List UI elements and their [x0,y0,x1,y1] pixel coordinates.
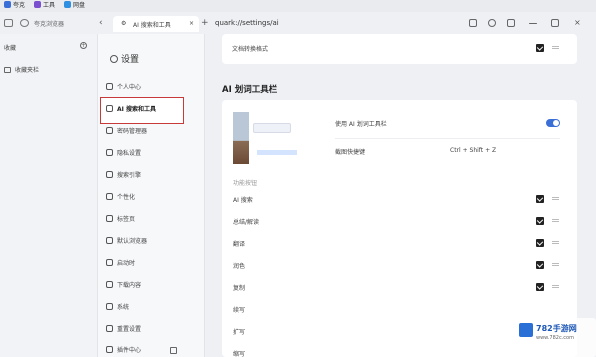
account-icon[interactable] [488,19,496,27]
drag-handle-icon[interactable] [552,219,559,222]
tool-checkbox-polish[interactable] [536,261,544,269]
tool-label-summarize: 总结/解读 [233,219,260,226]
settings-title: 设置 [110,52,139,65]
sidebar-item-default-browser[interactable]: 默认浏览器 [106,236,198,248]
tool-checkbox-summarize[interactable] [536,217,544,225]
sidebar-item-passwords[interactable]: 密码管理器 [106,126,198,138]
system-icon [106,303,113,310]
watermark-title: 782手游网 [536,324,577,333]
back-button[interactable]: ‹ [99,17,103,29]
close-window-icon[interactable]: × [574,17,581,29]
ai-icon [106,105,113,112]
tools-header: 功能按钮 [233,180,258,187]
drag-handle-icon[interactable] [552,241,559,244]
sidebar-item-tabs[interactable]: 标签页 [106,214,198,226]
tool-label-polish: 润色 [233,263,246,270]
section-title-ai-toolbar: AI 划词工具栏 [222,85,278,95]
new-tab-button[interactable]: + [201,17,209,29]
close-tab-icon[interactable]: × [189,20,194,27]
sidebar-item-downloads[interactable]: 下载内容 [106,280,198,292]
sidebar-item-system[interactable]: 系统 [106,302,198,314]
tool-checkbox-ai-search[interactable] [536,195,544,203]
shortcut-field[interactable]: Ctrl + Shift + Z [450,147,496,154]
maximize-icon[interactable] [551,19,559,27]
bookmark-tools[interactable]: 工具 [34,1,55,11]
sidebar-item-personalize[interactable]: 个性化 [106,192,198,204]
menu-icon[interactable] [507,19,515,27]
doc-convert-label: 文档转换格式 [232,46,269,53]
tool-label-copy: 复制 [233,285,246,292]
preview-selection [257,150,297,155]
bookmarks-panel: 收藏 收藏夹栏 [0,34,97,357]
drag-handle-icon[interactable] [552,285,559,288]
external-link-icon[interactable] [170,347,177,354]
drag-handle-icon[interactable] [552,46,559,49]
settings-tab[interactable]: ⚙ AI 搜索和工具 × [113,16,199,32]
sidebar-item-ai-tools[interactable]: AI 搜索和工具 [106,104,198,116]
folder-icon [4,67,11,73]
top-bar: 夸克 工具 网盘 [0,0,596,12]
tab-address-bar: 夸克浏览器 ‹ ⚙ AI 搜索和工具 × + quark://settings/… [0,12,596,34]
site-watermark: 782手游网 www.782c.com [514,318,596,357]
puzzle-icon [106,346,113,353]
extension-icon[interactable] [469,19,477,27]
favorites-header: 收藏 [4,45,17,52]
settings-tab-label: AI 搜索和工具 [133,22,171,29]
tool-label-expand: 扩写 [233,329,246,336]
quark-logo-icon [4,1,11,8]
sidebar-item-privacy[interactable]: 隐私设置 [106,148,198,160]
enable-toolbar-label: 使用 AI 划词工具栏 [335,121,387,128]
tool-checkbox-copy[interactable] [536,283,544,291]
tabs-icon [106,215,113,222]
enable-toolbar-toggle[interactable] [546,119,560,127]
lock-icon [106,149,113,156]
watermark-logo-icon [519,323,533,337]
settings-content: 文档转换格式 AI 划词工具栏 使用 AI 划词工具栏 截图快捷键 Ctrl +… [205,34,596,357]
tool-label-ai-search: AI 搜索 [233,197,253,204]
reset-icon [106,325,113,332]
palette-icon [106,193,113,200]
doc-convert-card: 文档转换格式 [222,34,577,64]
address-bar[interactable]: quark://settings/ai [215,19,279,27]
tool-label-translate: 翻译 [233,241,246,248]
preview-floating-toolbar [253,123,291,133]
add-favorite-icon[interactable]: + [80,42,87,49]
tool-checkbox-translate[interactable] [536,239,544,247]
watermark-url: www.782c.com [536,335,574,341]
history-icon[interactable] [20,19,29,27]
browser-icon [106,237,113,244]
power-icon [106,259,113,266]
sidebar-item-extensions[interactable]: 插件中心 [106,345,198,357]
doc-convert-checkbox[interactable] [536,44,544,52]
sidebar-item-profile[interactable]: 个人中心 [106,82,198,94]
download-icon [106,281,113,288]
bookmark-quark[interactable]: 夸克 [4,1,25,11]
cloud-drive-icon [64,1,71,8]
drag-handle-icon[interactable] [552,197,559,200]
bookmark-cloud-drive[interactable]: 网盘 [64,1,85,11]
sidebar-item-on-startup[interactable]: 启动时 [106,258,198,270]
tool-label-continue: 续写 [233,307,246,314]
shortcut-label: 截图快捷键 [335,149,366,156]
search-icon [106,171,113,178]
tool-label-abbreviate: 缩写 [233,351,246,357]
gear-icon [110,55,118,63]
divider [335,138,560,139]
drag-handle-icon[interactable] [552,263,559,266]
toolbar-preview-image [233,112,323,164]
user-icon [106,83,113,90]
window-tab-title[interactable]: 夸克浏览器 [34,19,64,28]
key-icon [106,127,113,134]
sidebar-item-reset[interactable]: 重置设置 [106,324,198,336]
preview-photo [233,112,249,164]
gear-icon: ⚙ [121,20,127,27]
tools-icon [34,1,41,8]
sidebar-item-search-engine[interactable]: 搜索引擎 [106,170,198,182]
sidebar-toggle-icon[interactable] [4,19,13,27]
favorites-folder[interactable]: 收藏夹栏 [4,65,39,74]
minimize-icon[interactable] [529,23,537,24]
